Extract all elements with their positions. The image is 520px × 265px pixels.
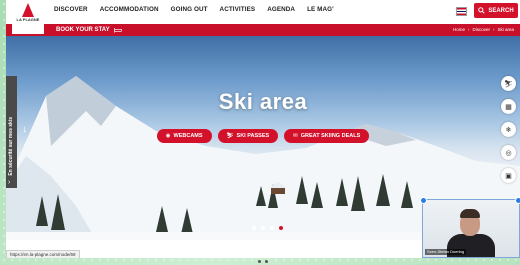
nav-le-mag[interactable]: LE MAG' bbox=[307, 6, 334, 13]
nav-activities[interactable]: ACTIVITIES bbox=[220, 6, 256, 13]
participant-hair bbox=[460, 209, 480, 218]
book-your-stay-button[interactable]: BOOK YOUR STAY bbox=[56, 24, 122, 36]
slide-dot-active[interactable] bbox=[279, 226, 283, 230]
ski-passes-button[interactable]: ⛷ SKI PASSES bbox=[217, 129, 279, 143]
right-rail: ⛷ ▦ ❄ ◎ ▣ bbox=[501, 76, 516, 183]
book-label: BOOK YOUR STAY bbox=[56, 27, 110, 33]
nav-going-out[interactable]: GOING OUT bbox=[171, 6, 208, 13]
hero-title: Ski area bbox=[218, 89, 308, 114]
slide-dot[interactable] bbox=[261, 226, 265, 230]
breadcrumb-discover[interactable]: Discover bbox=[472, 27, 490, 32]
breadcrumb: Home › Discover › Ski area bbox=[453, 27, 514, 32]
slide-dot[interactable] bbox=[252, 226, 256, 230]
resize-handle-icon[interactable] bbox=[515, 197, 520, 204]
skier-icon[interactable]: ⛷ bbox=[501, 76, 516, 91]
scroll-down-icon[interactable]: ↓ bbox=[22, 124, 27, 135]
slide-dot[interactable] bbox=[270, 226, 274, 230]
breadcrumb-separator-icon: › bbox=[467, 27, 470, 32]
snow-condition-icon[interactable]: ❄ bbox=[501, 122, 516, 137]
webcam-icon[interactable]: ◎ bbox=[501, 145, 516, 160]
resize-handle-icon[interactable] bbox=[420, 197, 427, 204]
ski-passes-label: SKI PASSES bbox=[236, 133, 270, 139]
logo-mark-icon bbox=[22, 3, 34, 17]
hero-actions: ◉ WEBCAMS ⛷ SKI PASSES ✉ GREAT SKIING DE… bbox=[6, 129, 520, 143]
top-navigation: LA PLAGNE DISCOVER ACCOMMODATION GOING O… bbox=[6, 0, 520, 34]
search-button[interactable]: SEARCH bbox=[474, 3, 518, 18]
breadcrumb-current: Ski area bbox=[497, 27, 514, 32]
screen-share-dots bbox=[258, 260, 268, 263]
webcams-button[interactable]: ◉ WEBCAMS bbox=[156, 129, 212, 143]
nav-discover[interactable]: DISCOVER bbox=[54, 6, 88, 13]
ski-pass-icon: ⛷ bbox=[226, 133, 234, 139]
webcam-icon: ◉ bbox=[165, 133, 171, 139]
participant-name: Sven-Stefan Doering bbox=[425, 249, 467, 255]
bus-icon[interactable]: ▣ bbox=[501, 168, 516, 183]
pager-dot[interactable] bbox=[265, 260, 268, 263]
mail-icon: ✉ bbox=[293, 133, 298, 139]
chevron-right-icon: › bbox=[8, 179, 11, 186]
search-label: SEARCH bbox=[488, 7, 514, 14]
skiing-deals-label: GREAT SKIING DEALS bbox=[300, 133, 361, 139]
webcams-label: WEBCAMS bbox=[173, 133, 203, 139]
status-bar-url: https://en.la-plagne.com/node/69 bbox=[6, 250, 80, 258]
bed-icon bbox=[113, 28, 122, 33]
search-icon bbox=[478, 7, 485, 14]
nav-accommodation[interactable]: ACCOMMODATION bbox=[100, 6, 159, 13]
pager-dot[interactable] bbox=[258, 260, 261, 263]
skiing-deals-button[interactable]: ✉ GREAT SKIING DEALS bbox=[284, 129, 370, 143]
video-call-overlay[interactable]: Sven-Stefan Doering bbox=[422, 199, 520, 258]
la-plagne-logo[interactable]: LA PLAGNE bbox=[12, 0, 44, 34]
slider-dots bbox=[252, 226, 283, 230]
english-flag-icon[interactable] bbox=[456, 7, 467, 16]
safety-side-tab[interactable]: En sécurité sur mes skis › bbox=[6, 76, 17, 188]
breadcrumb-home[interactable]: Home bbox=[453, 27, 465, 32]
breadcrumb-separator-icon: › bbox=[492, 27, 495, 32]
safety-tab-label: En sécurité sur mes skis bbox=[8, 117, 14, 176]
main-menu: DISCOVER ACCOMMODATION GOING OUT ACTIVIT… bbox=[54, 6, 334, 13]
map-icon[interactable]: ▦ bbox=[501, 99, 516, 114]
logo-text: LA PLAGNE bbox=[16, 17, 40, 22]
nav-agenda[interactable]: AGENDA bbox=[267, 6, 295, 13]
